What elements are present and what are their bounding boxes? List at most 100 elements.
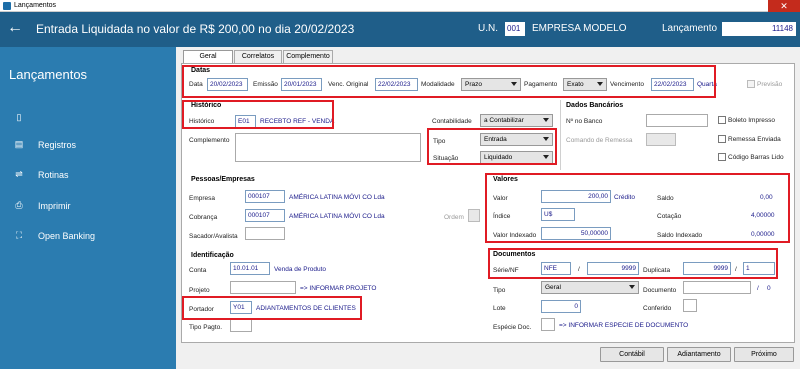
remessa-enviada-checkbox[interactable] [718,135,726,143]
contabilidade-select[interactable]: a Contabilizar [480,114,553,127]
indice-input[interactable]: U$ [541,208,575,221]
modalidade-select[interactable]: Prazo [461,78,521,91]
window-title: Lançamentos [14,2,57,9]
previsao-label: Previsão [757,81,783,88]
documento-count: 0 [767,285,771,292]
projeto-input[interactable] [230,281,296,294]
dia-semana-text: Quarta [697,81,717,88]
empresa-code-input[interactable]: 000107 [245,190,285,203]
sacador-label: Sacador/Avalista [189,233,238,240]
modalidade-label: Modalidade [421,81,455,88]
chevron-down-icon [543,155,549,159]
valor-indexado-input[interactable]: 50,00000 [541,227,611,240]
app-icon [3,1,11,10]
sidebar-item-registros[interactable]: ▤ Registros [12,139,76,150]
saldo-value: 0,00 [760,194,773,201]
sidebar-item-label: Open Banking [38,230,96,241]
lancamento-label: Lançamento [662,23,718,34]
especie-doc-label: Espécie Doc. [493,324,532,331]
cobranca-code-input[interactable]: 000107 [245,209,285,222]
emissao-input[interactable]: 20/01/2023 [281,78,322,91]
pagamento-label: Pagamento [524,81,558,88]
sidebar-item-open-banking[interactable]: ⛶ Open Banking [12,230,95,241]
adiantamento-button[interactable]: Adiantamento [667,347,731,362]
valores-title: Valores [493,176,518,183]
conta-input[interactable]: 10.01.01 [230,262,270,275]
historico-label: Histórico [189,118,215,125]
proximo-button[interactable]: Próximo [734,347,794,362]
tipo-select[interactable]: Entrada [480,133,553,146]
chevron-down-icon [629,285,635,289]
un-input[interactable]: 001 [505,22,525,36]
pagamento-select[interactable]: Exato [563,78,607,91]
sidebar-item-dot[interactable]: ▯ [12,112,38,123]
empresa-label: Empresa [189,195,216,202]
portador-input[interactable]: Y01 [230,301,252,314]
projeto-label: Projeto [189,287,210,294]
empresa-name: AMÉRICA LATINA MÓVI CO Lda [289,194,385,201]
situacao-select[interactable]: Liquidado [480,151,553,164]
cotacao-value: 4,00000 [751,212,775,219]
historico-desc: RECEBTO REF - VENDA [260,118,335,125]
empresa-name: EMPRESA MODELO [532,23,627,34]
chevron-down-icon [511,82,517,86]
especie-doc-input[interactable] [541,318,555,331]
comando-remessa-input[interactable] [646,133,676,146]
boleto-impresso-checkbox[interactable] [718,116,726,124]
codigo-barras-checkbox[interactable] [718,153,726,161]
conferido-input[interactable] [683,299,697,312]
tipo-pagto-input[interactable] [230,319,252,332]
valor-input[interactable]: 200,00 [541,190,611,203]
conta-desc: Venda de Produto [274,266,327,273]
lote-input[interactable]: 0 [541,300,581,313]
documento-input[interactable] [683,281,751,294]
tab-complemento[interactable]: Complemento [283,50,333,63]
identificacao-title: Identificação [191,252,234,259]
serie-input[interactable]: NFE [541,262,571,275]
historico-title: Histórico [191,102,222,109]
valor-indexado-label: Valor Indexado [493,232,537,239]
sidebar-item-imprimir[interactable]: ⎙ Imprimir [12,200,70,211]
valor-tipo: Crédito [614,194,635,201]
duplicata-slash: / [735,266,737,273]
portador-label: Portador [189,306,214,313]
codigo-barras-label: Código Barras Lido [728,154,784,161]
lancamento-input[interactable]: 11148 [722,22,796,36]
valor-label: Valor [493,195,508,202]
previsao-checkbox[interactable] [747,80,755,88]
sidebar-item-label: Registros [38,139,77,150]
contabil-button[interactable]: Contábil [600,347,664,362]
parcela-input[interactable]: 1 [743,262,775,275]
documento-label: Documento [643,287,677,294]
boleto-impresso-label: Boleto Impresso [728,117,775,124]
nf-input[interactable]: 9999 [587,262,639,275]
sidebar-item-rotinas[interactable]: ⇌ Rotinas [12,169,68,180]
sacador-input[interactable] [245,227,285,240]
sidebar: Lançamentos ▯ ▤ Registros ⇌ Rotinas ⎙ Im… [0,47,176,369]
remessa-enviada-label: Remessa Enviada [728,136,781,143]
complemento-textarea[interactable] [235,133,421,162]
back-arrow-icon[interactable]: ← [7,19,23,37]
registros-icon: ▤ [14,139,24,149]
chevron-down-icon [543,118,549,122]
duplicata-input[interactable]: 9999 [683,262,731,275]
data-input[interactable]: 20/02/2023 [207,78,248,91]
tab-geral[interactable]: Geral [183,50,233,64]
un-label: U.N. [478,23,498,34]
chevron-down-icon [597,82,603,86]
conta-label: Conta [189,267,207,274]
doc-tipo-select[interactable]: Geral [541,281,639,294]
historico-code-input[interactable]: E01 [235,115,256,128]
tab-correlatos[interactable]: Correlatos [234,50,282,63]
chevron-down-icon [543,137,549,141]
ordem-input[interactable] [468,209,480,222]
comando-remessa-label: Comando de Remessa [566,137,633,144]
vencimento-input[interactable]: 22/02/2023 [651,78,694,91]
close-icon[interactable]: ✕ [768,0,800,12]
no-banco-input[interactable] [646,114,708,127]
venc-original-label: Venc. Original [328,81,369,88]
venc-original-input[interactable]: 22/02/2023 [375,78,418,91]
bank-icon: ⛶ [15,230,23,240]
form-panel [181,63,795,343]
cobranca-name: AMÉRICA LATINA MÓVI CO Lda [289,213,385,220]
